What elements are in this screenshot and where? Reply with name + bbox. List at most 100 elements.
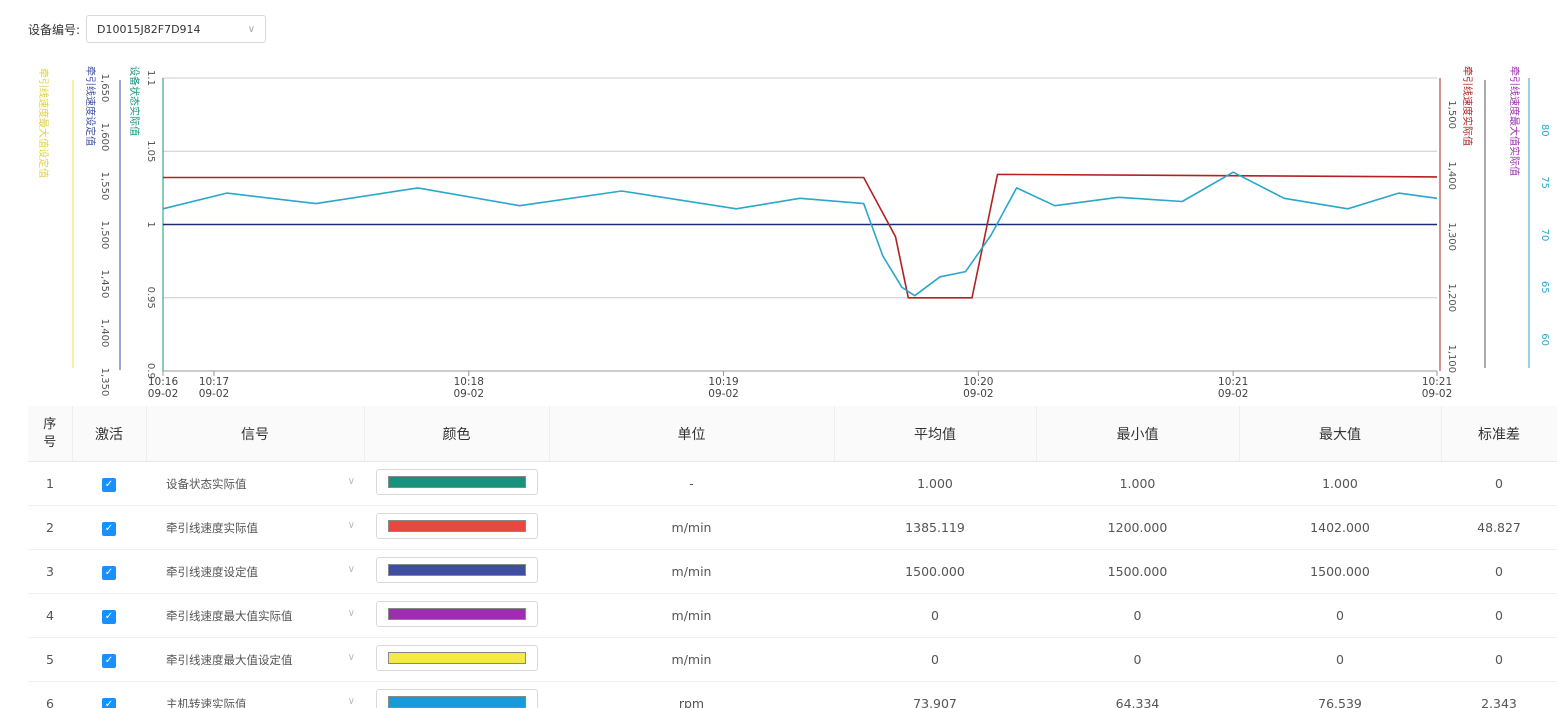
- chevron-down-icon: ∨: [347, 519, 355, 531]
- signal-name: 设备状态实际值: [166, 476, 247, 491]
- column-header: 最大值: [1239, 406, 1442, 462]
- chevron-down-icon: ∨: [347, 475, 355, 487]
- avg-cell: 1.000: [834, 461, 1036, 506]
- x-tick-date: 09-02: [1218, 388, 1249, 400]
- table-row: 3 ✓ 牵引线速度设定值 ∨ m/min 1500.000 1500.000 1500.000…: [28, 549, 1557, 594]
- active-checkbox[interactable]: ✓: [102, 610, 116, 624]
- column-header: 激活: [72, 406, 147, 462]
- signal-select[interactable]: 牵引线速度最大值实际值 ∨: [166, 608, 363, 624]
- color-picker[interactable]: [375, 557, 538, 583]
- color-swatch: [387, 696, 526, 708]
- signal-cell: 牵引线速度实际值 ∨: [146, 505, 364, 550]
- color-picker[interactable]: [375, 601, 538, 627]
- avg-cell: 1500.000: [834, 549, 1036, 594]
- color-swatch: [387, 652, 526, 664]
- signal-table-container: 序号 激活 信号 颜色 单位 平均值 最小值 最大值 标准差 1 ✓ 设备状态实际值 ∨ -1.000 1…: [28, 406, 1557, 708]
- green-axis-title: 设备状态实际值: [128, 66, 141, 136]
- blue-tick-label: 1,350: [99, 368, 110, 397]
- active-cell: ✓: [72, 549, 146, 594]
- x-tick-time: 10:18: [454, 376, 484, 388]
- active-checkbox[interactable]: ✓: [102, 478, 116, 492]
- cyan-tick-label: 60: [1539, 333, 1550, 346]
- table-row: 5 ✓ 牵引线速度最大值设定值 ∨ m/min 0 0 0 0: [28, 637, 1557, 682]
- cyan-tick-label: 65: [1539, 281, 1550, 294]
- table-row: 2 ✓ 牵引线速度实际值 ∨ m/min 1385.119 1200.000 1402.000…: [28, 505, 1557, 550]
- min-cell: 64.334: [1036, 681, 1239, 708]
- color-picker[interactable]: [375, 689, 538, 708]
- row-index-cell: 3: [28, 549, 72, 594]
- row-index-cell: 6: [28, 681, 72, 708]
- chevron-down-icon: ∨: [347, 607, 355, 619]
- color-picker[interactable]: [375, 645, 538, 671]
- unit-cell: m/min: [549, 637, 834, 682]
- cyan-tick-label: 75: [1539, 176, 1550, 189]
- active-checkbox[interactable]: ✓: [102, 654, 116, 668]
- chevron-down-icon: ∨: [347, 651, 355, 663]
- blue-tick-label: 1,550: [99, 172, 110, 201]
- active-checkbox[interactable]: ✓: [102, 698, 116, 708]
- red-tick-label: 1,100: [1446, 344, 1457, 373]
- chevron-down-icon: ∨: [247, 23, 256, 35]
- color-cell: [364, 593, 549, 638]
- blue-tick-label: 1,600: [99, 123, 110, 152]
- row-index-cell: 1: [28, 461, 72, 506]
- color-swatch: [387, 476, 526, 488]
- color-cell: [364, 549, 549, 594]
- active-cell: ✓: [72, 505, 146, 550]
- color-cell: [364, 461, 549, 506]
- device-label: 设备编号:: [28, 22, 81, 37]
- max-cell: 76.539: [1239, 681, 1441, 708]
- signal-cell: 牵引线速度最大值设定值 ∨: [146, 637, 364, 682]
- avg-cell: 0: [834, 593, 1036, 638]
- color-swatch: [387, 520, 526, 532]
- signal-cell: 牵引线速度设定值 ∨: [146, 549, 364, 594]
- signal-select[interactable]: 主机转速实际值 ∨: [166, 696, 363, 708]
- max-cell: 1500.000: [1239, 549, 1441, 594]
- unit-cell: m/min: [549, 593, 834, 638]
- signal-cell: 牵引线速度最大值实际值 ∨: [146, 593, 364, 638]
- color-swatch: [387, 608, 526, 620]
- color-picker[interactable]: [375, 469, 538, 495]
- color-cell: [364, 637, 549, 682]
- green-tick-label: 0.95: [145, 287, 156, 309]
- signal-name: 牵引线速度最大值实际值: [166, 608, 293, 623]
- active-checkbox[interactable]: ✓: [102, 566, 116, 580]
- green-tick-label: 1.1: [145, 70, 156, 86]
- x-tick-time: 10:21: [1218, 376, 1248, 388]
- active-cell: ✓: [72, 637, 146, 682]
- table-row: 1 ✓ 设备状态实际值 ∨ -1.000 1.000 1.000 0: [28, 461, 1557, 506]
- column-header: 序号: [28, 406, 73, 462]
- signal-select[interactable]: 牵引线速度最大值设定值 ∨: [166, 652, 363, 668]
- min-cell: 1500.000: [1036, 549, 1239, 594]
- column-header: 最小值: [1036, 406, 1240, 462]
- std-cell: 48.827: [1441, 505, 1557, 550]
- color-picker[interactable]: [375, 513, 538, 539]
- trend-chart[interactable]: 牵引线速度最大值设定值 牵引线速度设定值 设备状态实际值 牵引线速度实际值 牵引线速度最…: [0, 60, 1557, 405]
- signal-select[interactable]: 牵引线速度实际值 ∨: [166, 520, 363, 536]
- color-cell: [364, 681, 549, 708]
- max-cell: 0: [1239, 637, 1441, 682]
- x-tick-date: 09-02: [708, 388, 739, 400]
- red-tick-label: 1,500: [1446, 100, 1457, 129]
- table-row: 6 ✓ 主机转速实际值 ∨ rpm 73.907 64.334 76.539 2.343: [28, 681, 1557, 708]
- signal-select[interactable]: 设备状态实际值 ∨: [166, 476, 363, 492]
- x-tick-time: 10:17: [199, 376, 229, 388]
- device-select[interactable]: D10015J82F7D914 ∨: [86, 15, 267, 43]
- x-tick-time: 10:20: [963, 376, 993, 388]
- series-line-speed-actual: [163, 173, 1438, 299]
- cyan-tick-label: 80: [1539, 124, 1550, 137]
- signal-name: 牵引线速度设定值: [166, 564, 258, 579]
- x-tick-date: 09-02: [148, 388, 179, 400]
- min-cell: 0: [1036, 593, 1239, 638]
- signal-name: 牵引线速度最大值设定值: [166, 652, 293, 667]
- std-cell: 0: [1441, 593, 1557, 638]
- active-checkbox[interactable]: ✓: [102, 522, 116, 536]
- signal-select[interactable]: 牵引线速度设定值 ∨: [166, 564, 363, 580]
- red-tick-label: 1,400: [1446, 161, 1457, 190]
- column-header: 标准差: [1441, 406, 1557, 462]
- signal-table: 序号 激活 信号 颜色 单位 平均值 最小值 最大值 标准差 1 ✓ 设备状态实际值 ∨ -1.000 1…: [28, 406, 1557, 708]
- blue-axis-title: 牵引线速度设定值: [84, 66, 97, 146]
- column-header: 颜色: [364, 406, 550, 462]
- signal-cell: 主机转速实际值 ∨: [146, 681, 364, 708]
- max-cell: 0: [1239, 593, 1441, 638]
